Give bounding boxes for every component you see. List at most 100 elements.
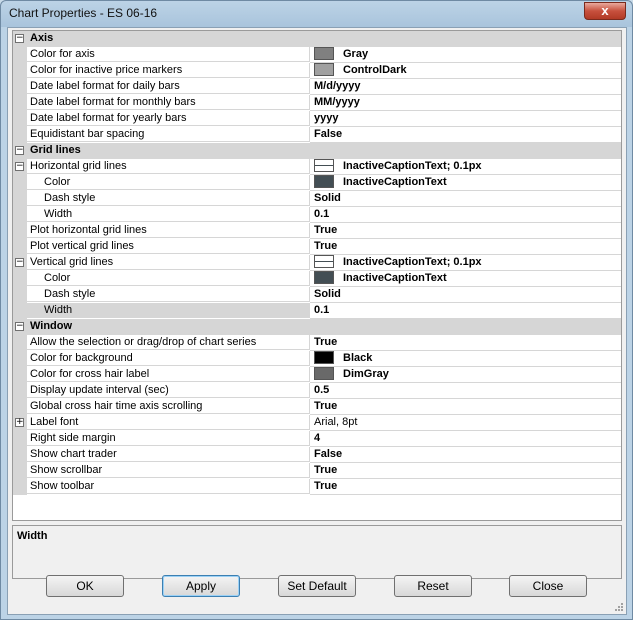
property-value-text: 4 [314, 432, 321, 444]
property-name: Dash style [27, 287, 310, 302]
row-gutter [13, 287, 27, 303]
property-name: Equidistant bar spacing [27, 127, 310, 142]
property-name: Date label format for monthly bars [27, 95, 310, 110]
window-close-button[interactable]: x [584, 2, 626, 20]
property-row[interactable]: Right side margin 4 [13, 431, 621, 447]
property-name: Width [27, 207, 310, 222]
close-button[interactable]: Close [509, 575, 587, 597]
row-gutter [13, 63, 27, 79]
property-value-text: yyyy [314, 112, 339, 124]
property-row[interactable]: Equidistant bar spacing False [13, 127, 621, 143]
property-value[interactable]: ControlDark [310, 63, 621, 79]
property-row[interactable]: Width 0.1 [13, 303, 621, 319]
property-row[interactable]: Show scrollbar True [13, 463, 621, 479]
property-name: Color [27, 175, 310, 190]
property-row[interactable]: Dash style Solid [13, 191, 621, 207]
collapse-icon[interactable]: − [15, 162, 24, 171]
expand-icon[interactable]: + [15, 418, 24, 427]
property-value[interactable]: 0.1 [310, 207, 621, 223]
property-value[interactable]: Solid [310, 191, 621, 207]
property-name: Global cross hair time axis scrolling [27, 399, 310, 414]
property-row[interactable]: Plot vertical grid lines True [13, 239, 621, 255]
collapse-icon[interactable]: − [15, 322, 24, 331]
property-value[interactable]: InactiveCaptionText [310, 271, 621, 287]
property-value[interactable]: 4 [310, 431, 621, 447]
property-value-text: Solid [314, 192, 341, 204]
category-row[interactable]: − Window [13, 319, 621, 335]
property-row[interactable]: Global cross hair time axis scrolling Tru… [13, 399, 621, 415]
property-row[interactable]: Plot horizontal grid lines True [13, 223, 621, 239]
color-swatch-icon [314, 63, 334, 76]
line-style-icon [314, 159, 334, 172]
property-row[interactable]: Show chart trader False [13, 447, 621, 463]
property-row[interactable]: Dash style Solid [13, 287, 621, 303]
row-gutter: − [13, 255, 27, 271]
property-value[interactable]: Solid [310, 287, 621, 303]
property-row[interactable]: Allow the selection or drag/drop of char… [13, 335, 621, 351]
property-value[interactable]: yyyy [310, 111, 621, 127]
property-value[interactable]: True [310, 239, 621, 255]
property-value-text: True [314, 336, 338, 348]
property-row[interactable]: Date label format for yearly bars yyyy [13, 111, 621, 127]
property-value[interactable]: False [310, 127, 621, 143]
reset-button[interactable]: Reset [394, 575, 472, 597]
property-row[interactable]: Display update interval (sec) 0.5 [13, 383, 621, 399]
set-default-button[interactable]: Set Default [278, 575, 356, 597]
property-value[interactable]: Arial, 8pt [310, 415, 621, 431]
property-value[interactable]: Black [310, 351, 621, 367]
property-row[interactable]: Color for axis Gray [13, 47, 621, 63]
property-value[interactable]: True [310, 223, 621, 239]
color-swatch-icon [314, 351, 334, 364]
row-gutter [13, 79, 27, 95]
property-name: Plot horizontal grid lines [27, 223, 310, 238]
row-gutter [13, 191, 27, 207]
property-row[interactable]: Date label format for daily bars M/d/yyyy [13, 79, 621, 95]
color-swatch-icon [314, 367, 334, 380]
property-value[interactable]: True [310, 479, 621, 495]
property-value[interactable]: Gray [310, 47, 621, 63]
row-gutter [13, 399, 27, 415]
collapse-icon[interactable]: − [15, 146, 24, 155]
property-value[interactable]: 0.1 [310, 303, 621, 319]
property-value-text: Solid [314, 288, 341, 300]
property-value[interactable]: True [310, 335, 621, 351]
row-gutter [13, 223, 27, 239]
property-value[interactable]: InactiveCaptionText; 0.1px [310, 159, 621, 175]
property-row[interactable]: Color for cross hair label DimGray [13, 367, 621, 383]
property-row[interactable]: − Horizontal grid lines InactiveCaptionTex… [13, 159, 621, 175]
property-row[interactable]: Color for background Black [13, 351, 621, 367]
category-row[interactable]: − Grid lines [13, 143, 621, 159]
property-value[interactable]: True [310, 399, 621, 415]
property-row[interactable]: Show toolbar True [13, 479, 621, 495]
property-row[interactable]: − Vertical grid lines InactiveCaptionText;… [13, 255, 621, 271]
apply-button[interactable]: Apply [162, 575, 240, 597]
row-gutter [13, 111, 27, 127]
property-grid[interactable]: − Axis Color for axis Gray Color for inactiv… [12, 30, 622, 521]
property-value[interactable]: True [310, 463, 621, 479]
property-value[interactable]: 0.5 [310, 383, 621, 399]
property-value[interactable]: MM/yyyy [310, 95, 621, 111]
collapse-icon[interactable]: − [15, 258, 24, 267]
property-value[interactable]: InactiveCaptionText; 0.1px [310, 255, 621, 271]
row-gutter: − [13, 31, 27, 47]
title-bar[interactable]: Chart Properties - ES 06-16 x [1, 1, 632, 27]
collapse-icon[interactable]: − [15, 34, 24, 43]
row-gutter: + [13, 415, 27, 431]
property-value[interactable]: False [310, 447, 621, 463]
property-name: Show scrollbar [27, 463, 310, 478]
property-value[interactable]: DimGray [310, 367, 621, 383]
ok-button[interactable]: OK [46, 575, 124, 597]
property-value[interactable]: InactiveCaptionText [310, 175, 621, 191]
row-gutter [13, 271, 27, 287]
category-row[interactable]: − Axis [13, 31, 621, 47]
resize-grip-icon[interactable] [614, 602, 624, 612]
property-value[interactable]: M/d/yyyy [310, 79, 621, 95]
property-row[interactable]: Color InactiveCaptionText [13, 175, 621, 191]
property-row[interactable]: + Label font Arial, 8pt [13, 415, 621, 431]
property-row[interactable]: Width 0.1 [13, 207, 621, 223]
property-row[interactable]: Date label format for monthly bars MM/yyy… [13, 95, 621, 111]
property-row[interactable]: Color for inactive price markers ControlD… [13, 63, 621, 79]
row-gutter [13, 367, 27, 383]
property-name: Show toolbar [27, 479, 310, 494]
property-row[interactable]: Color InactiveCaptionText [13, 271, 621, 287]
